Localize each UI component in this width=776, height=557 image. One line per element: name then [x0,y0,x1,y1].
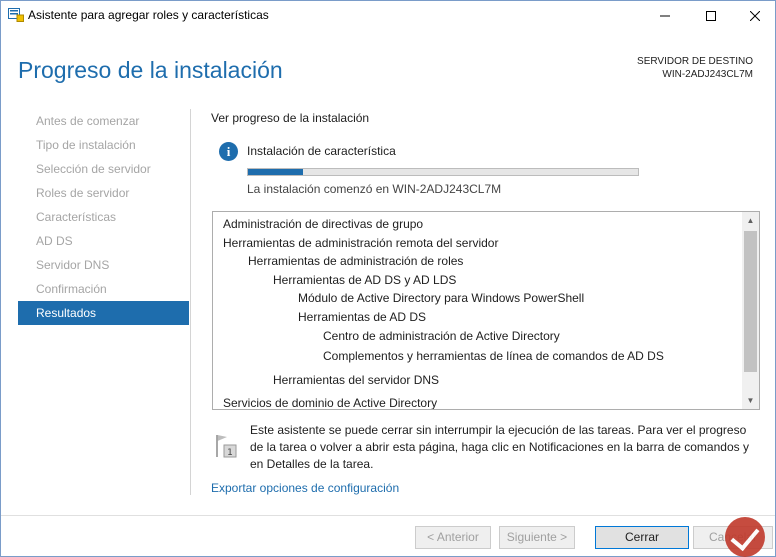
section-label: Ver progreso de la instalación [211,111,370,125]
close-icon [750,10,760,21]
notification-flag-icon: 1 [216,435,237,458]
feature-item: Módulo de Active Directory para Windows … [298,291,585,305]
feature-item: Herramientas de administración remota de… [223,236,499,250]
wizard-window: Asistente para agregar roles y caracterí… [0,0,776,557]
feature-list[interactable]: Administración de directivas de grupo He… [212,211,760,410]
nav-item-servidor-dns[interactable]: Servidor DNS [18,253,189,277]
nav-item-ad-ds[interactable]: AD DS [18,229,189,253]
title-bar[interactable]: Asistente para agregar roles y caracterí… [1,1,775,30]
install-progress-bar [247,168,639,176]
feature-item: Centro de administración de Active Direc… [323,329,560,343]
scroll-up-arrow-icon[interactable]: ▲ [742,212,759,229]
next-button[interactable]: Siguiente > [499,526,575,549]
feature-item: Servicios de dominio de Active Directory [223,396,438,409]
feature-item: Herramientas de AD DS y AD LDS [273,273,457,287]
nav-divider [190,109,191,495]
server-manager-icon [8,8,24,22]
maximize-icon [706,10,716,21]
maximize-button[interactable] [689,1,733,30]
feature-list-scrollbar[interactable]: ▲ ▼ [742,212,759,409]
scroll-thumb[interactable] [744,231,757,372]
feature-item: Complementos y herramientas de línea de … [323,349,664,363]
close-window-button[interactable] [733,1,776,30]
page-title: Progreso de la instalación [18,57,283,83]
export-config-link[interactable]: Exportar opciones de configuración [211,481,399,495]
nav-item-resultados[interactable]: Resultados [18,301,189,325]
nav-item-roles-de-servidor[interactable]: Roles de servidor [18,181,189,205]
destination-server-name: WIN-2ADJ243CL7M [662,69,753,80]
progress-fill [248,169,303,175]
feature-list-content: Administración de directivas de grupo He… [213,212,741,409]
install-start-text: La instalación comenzó en WIN-2ADJ243CL7… [247,182,502,196]
nav-item-tipo-de-instalacion[interactable]: Tipo de instalación [18,133,189,157]
scroll-down-arrow-icon[interactable]: ▼ [742,392,759,409]
minimize-button[interactable] [643,1,687,30]
footer-divider [1,515,775,516]
nav-item-antes-de-comenzar[interactable]: Antes de comenzar [18,109,189,133]
destination-label: SERVIDOR DE DESTINO [637,56,753,67]
close-button[interactable]: Cerrar [595,526,689,549]
destination-server-info: SERVIDOR DE DESTINO WIN-2ADJ243CL7M [637,55,753,81]
feature-item: Administración de directivas de grupo [223,217,424,231]
window-title: Asistente para agregar roles y caracterí… [28,8,269,22]
site-logo [725,517,765,557]
checkmark-icon [730,520,760,552]
nav-item-confirmacion[interactable]: Confirmación [18,277,189,301]
wizard-steps-nav: Antes de comenzar Tipo de instalación Se… [18,109,189,325]
close-wizard-note: Este asistente se puede cerrar sin inter… [250,423,749,471]
nav-item-seleccion-de-servidor[interactable]: Selección de servidor [18,157,189,181]
feature-item: Herramientas de AD DS [298,310,427,324]
nav-item-caracteristicas[interactable]: Características [18,205,189,229]
minimize-icon [660,15,670,16]
info-icon: i [219,142,238,161]
install-status-text: Instalación de característica [247,144,396,158]
previous-button[interactable]: < Anterior [415,526,491,549]
feature-item: Herramientas de administración de roles [248,254,464,268]
feature-item: Herramientas del servidor DNS [273,373,440,387]
notification-count: 1 [227,448,233,458]
